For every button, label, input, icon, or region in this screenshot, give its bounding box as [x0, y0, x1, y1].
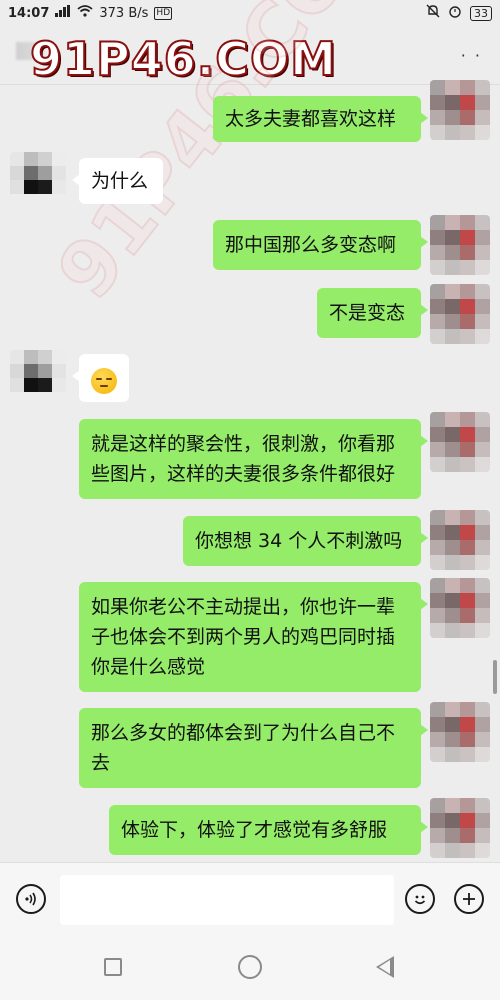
more-options-icon[interactable]: · ·	[461, 46, 482, 65]
message-line: 那么多女的都体会到了为什么自己不	[91, 722, 396, 744]
triangle-back-icon[interactable]	[376, 956, 394, 978]
message-text: 那中国那么多变态啊	[225, 234, 397, 256]
message-text: 不是变态	[329, 302, 406, 324]
system-nav-bar	[0, 934, 500, 1000]
signal-icon	[55, 5, 71, 21]
message-bubble-outgoing[interactable]: 不是变态	[317, 288, 428, 338]
message-bubble-outgoing[interactable]: 体验下，体验了才感觉有多舒服	[109, 805, 428, 855]
voice-icon[interactable]	[16, 884, 46, 914]
message-line: 就是这样的聚会性，很刺激，你看那	[91, 433, 396, 455]
avatar-self[interactable]	[430, 284, 490, 344]
avatar-self[interactable]	[430, 702, 490, 762]
battery-level: 33	[470, 5, 492, 21]
message-bubble-outgoing[interactable]: 那中国那么多变态啊	[213, 220, 428, 270]
emoji-icon[interactable]	[405, 884, 435, 914]
message-line: 你是什么感觉	[91, 656, 206, 678]
message-text: 为什么	[91, 170, 149, 192]
pensive-face-icon	[91, 367, 117, 394]
avatar-self[interactable]	[430, 80, 490, 140]
hd-badge: HD	[154, 6, 173, 20]
square-icon[interactable]	[104, 958, 122, 976]
avatar-self[interactable]	[430, 798, 490, 858]
message-line: 子也体会不到两个男人的鸡巴同时插	[91, 626, 396, 648]
message-bubble-outgoing[interactable]: 如果你老公不主动提出，你也许一辈 子也体会不到两个男人的鸡巴同时插 你是什么感觉	[79, 582, 428, 692]
message-text: 太多夫妻都喜欢这样	[225, 108, 397, 130]
message-text: 你想想 34 个人不刺激吗	[195, 530, 403, 552]
status-right: 33	[426, 4, 492, 22]
avatar-self[interactable]	[430, 215, 490, 275]
network-speed: 373 B/s	[99, 5, 149, 21]
message-bubble-incoming[interactable]	[72, 354, 129, 402]
circle-icon[interactable]	[238, 955, 262, 979]
chat-screen: 14:07 373 B/s HD 33 · · 91P46.COM 91P46.…	[0, 0, 500, 1000]
plus-icon[interactable]	[454, 884, 484, 914]
chat-scrollbar[interactable]	[493, 660, 497, 694]
status-time: 14:07	[8, 5, 50, 21]
message-bubble-outgoing[interactable]: 太多夫妻都喜欢这样	[213, 96, 428, 142]
message-bubble-incoming[interactable]: 为什么	[72, 158, 163, 204]
avatar-self[interactable]	[430, 578, 490, 638]
alarm-icon	[448, 4, 462, 22]
input-bar	[0, 862, 500, 935]
message-bubble-outgoing[interactable]: 就是这样的聚会性，很刺激，你看那 些图片，这样的夫妻很多条件都很好	[79, 419, 428, 499]
message-input[interactable]	[60, 875, 394, 925]
message-bubble-outgoing[interactable]: 那么多女的都体会到了为什么自己不 去	[79, 708, 428, 788]
avatar-contact[interactable]	[10, 350, 66, 406]
avatar-self[interactable]	[430, 412, 490, 472]
avatar-contact[interactable]	[10, 152, 66, 208]
message-text: 体验下，体验了才感觉有多舒服	[121, 819, 388, 841]
message-line: 如果你老公不主动提出，你也许一辈	[91, 596, 396, 618]
message-line: 去	[91, 752, 111, 774]
status-left: 14:07 373 B/s HD	[8, 5, 173, 21]
wifi-icon	[77, 5, 93, 21]
mute-bell-icon	[426, 4, 440, 22]
avatar-self[interactable]	[430, 510, 490, 570]
message-bubble-outgoing[interactable]: 你想想 34 个人不刺激吗	[183, 516, 428, 566]
message-line: 些图片，这样的夫妻很多条件都很好	[91, 463, 396, 485]
